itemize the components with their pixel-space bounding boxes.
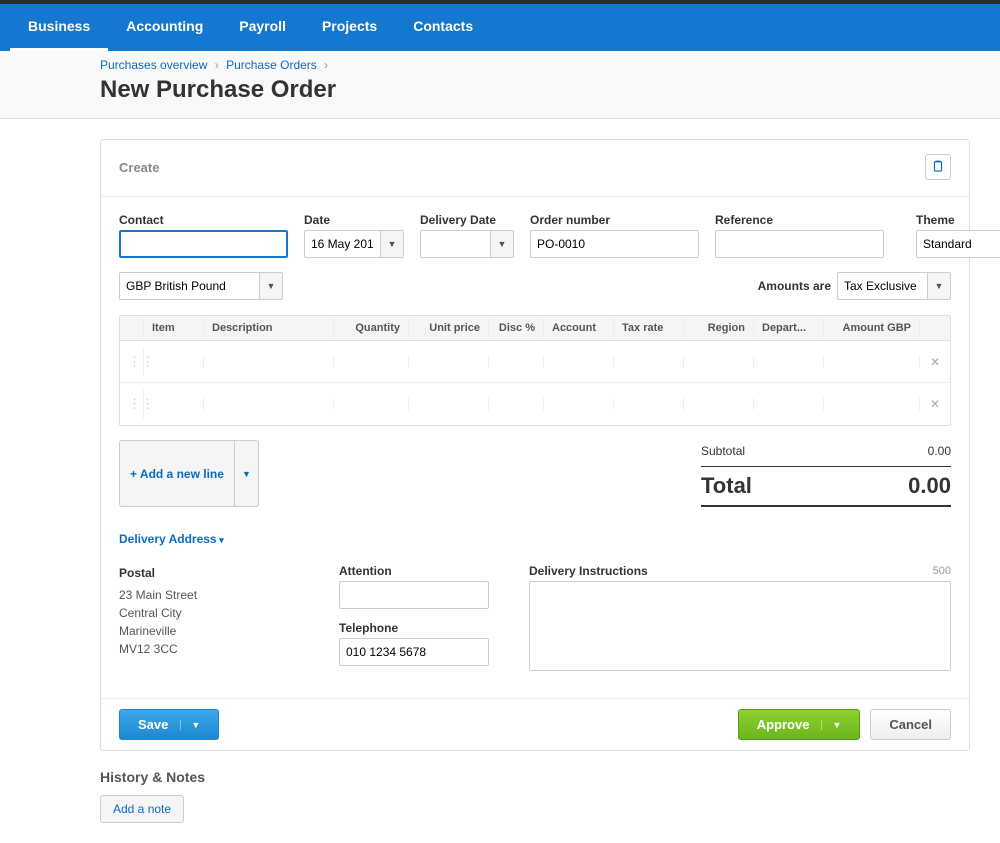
col-disc: Disc % (489, 316, 544, 340)
telephone-input[interactable] (339, 638, 489, 666)
delivery-instructions-label: Delivery Instructions (529, 564, 648, 578)
nav-business[interactable]: Business (10, 4, 108, 51)
main-nav: Business Accounting Payroll Projects Con… (0, 4, 1000, 51)
nav-contacts[interactable]: Contacts (395, 4, 491, 51)
delivery-address-toggle[interactable]: Delivery Address (119, 532, 224, 546)
delivery-instructions-input[interactable] (529, 581, 951, 671)
date-input[interactable] (304, 230, 380, 258)
amounts-are-select[interactable] (837, 272, 927, 300)
breadcrumb: Purchases overview › Purchase Orders › (100, 58, 1000, 72)
contact-input[interactable] (119, 230, 288, 258)
total-value: 0.00 (908, 473, 951, 499)
approve-caret-icon[interactable]: ▼ (821, 720, 841, 730)
amounts-are-caret-icon[interactable]: ▼ (927, 272, 951, 300)
line-item-row[interactable]: ⋮⋮ ✕ (120, 341, 950, 383)
nav-projects[interactable]: Projects (304, 4, 395, 51)
save-button[interactable]: Save▼ (119, 709, 219, 740)
col-dept: Depart... (754, 316, 824, 340)
delivery-date-input[interactable] (420, 230, 490, 258)
create-label: Create (119, 160, 159, 175)
col-item: Item (144, 316, 204, 340)
col-tax: Tax rate (614, 316, 684, 340)
add-line-caret-icon[interactable]: ▼ (235, 440, 259, 507)
delivery-date-label: Delivery Date (420, 213, 514, 227)
col-acct: Account (544, 316, 614, 340)
order-number-input[interactable] (530, 230, 699, 258)
col-desc: Description (204, 316, 334, 340)
order-number-label: Order number (530, 213, 699, 227)
breadcrumb-l2[interactable]: Purchase Orders (226, 58, 317, 72)
attention-input[interactable] (339, 581, 489, 609)
delivery-instructions-count: 500 (933, 565, 951, 577)
add-line-button[interactable]: + Add a new line (119, 440, 235, 507)
page-title: New Purchase Order (100, 76, 1000, 104)
line-items-table: Item Description Quantity Unit price Dis… (119, 315, 951, 426)
col-qty: Quantity (334, 316, 409, 340)
delivery-date-caret-icon[interactable]: ▼ (490, 230, 514, 258)
currency-caret-icon[interactable]: ▼ (259, 272, 283, 300)
col-amt: Amount GBP (824, 316, 920, 340)
date-caret-icon[interactable]: ▼ (380, 230, 404, 258)
reference-input[interactable] (715, 230, 884, 258)
history-title: History & Notes (100, 751, 970, 785)
subtotal-label: Subtotal (701, 444, 745, 458)
po-panel: Create Contact Date ▼ Deli (100, 139, 970, 751)
breadcrumb-l1[interactable]: Purchases overview (100, 58, 207, 72)
reference-label: Reference (715, 213, 884, 227)
cancel-button[interactable]: Cancel (870, 709, 951, 740)
col-region: Region (684, 316, 754, 340)
subtotal-value: 0.00 (928, 444, 951, 458)
delete-row-icon[interactable]: ✕ (930, 355, 940, 369)
delete-row-icon[interactable]: ✕ (930, 397, 940, 411)
line-item-row[interactable]: ⋮⋮ ✕ (120, 383, 950, 425)
theme-label: Theme (916, 213, 1000, 227)
approve-button[interactable]: Approve▼ (738, 709, 861, 740)
amounts-are-label: Amounts are (758, 279, 831, 293)
nav-accounting[interactable]: Accounting (108, 4, 221, 51)
nav-payroll[interactable]: Payroll (221, 4, 304, 51)
page-header: Purchases overview › Purchase Orders › N… (0, 51, 1000, 119)
total-label: Total (701, 473, 752, 499)
attention-label: Attention (339, 564, 489, 578)
contact-label: Contact (119, 213, 288, 227)
telephone-label: Telephone (339, 621, 489, 635)
save-caret-icon[interactable]: ▼ (180, 720, 200, 730)
postal-address: Postal 23 Main Street Central City Marin… (119, 564, 299, 678)
add-note-button[interactable]: Add a note (100, 795, 184, 823)
date-label: Date (304, 213, 404, 227)
theme-select[interactable] (916, 230, 1000, 258)
print-icon[interactable] (925, 154, 951, 180)
currency-select[interactable] (119, 272, 259, 300)
col-price: Unit price (409, 316, 489, 340)
